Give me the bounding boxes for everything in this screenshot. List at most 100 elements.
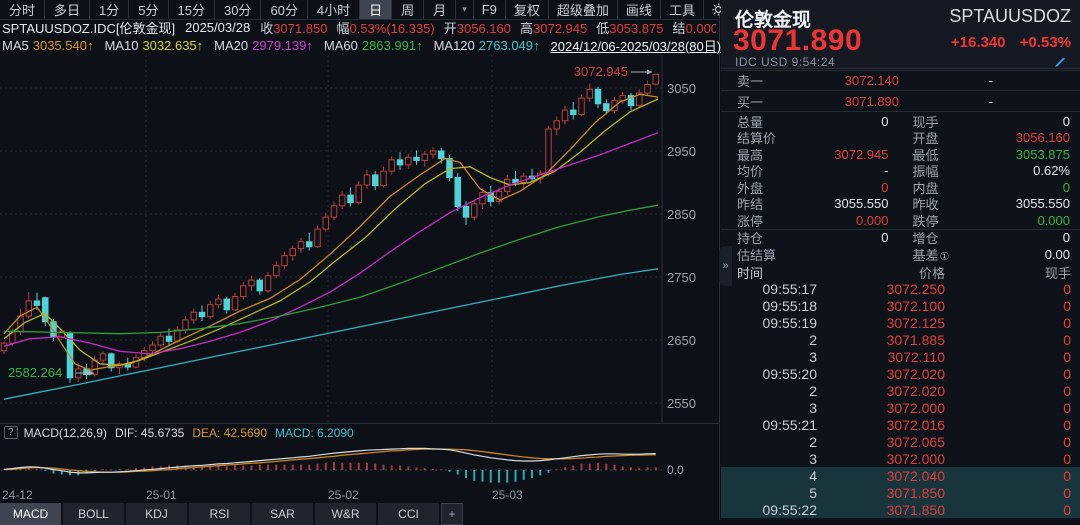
candle	[340, 191, 346, 209]
session-date: 2025/03/28	[185, 20, 250, 35]
period-tab-30分[interactable]: 30分	[215, 0, 261, 19]
period-tab-分时[interactable]: 分时	[0, 0, 45, 19]
last-price: 3071.890	[733, 24, 862, 58]
field-收: 收3071.850	[260, 19, 327, 36]
quote-field-value: -	[884, 163, 888, 178]
quote-field-value: 0.000	[856, 213, 889, 228]
sales-time: 3	[721, 349, 817, 365]
ma-label: MA60	[324, 38, 358, 53]
quote-field-内盘: 内盘0	[901, 179, 1080, 196]
candle	[348, 188, 354, 207]
period-tab-日[interactable]: 日	[360, 0, 392, 19]
x-axis-label: 25-02	[328, 488, 359, 502]
period-tab-多日[interactable]: 多日	[45, 0, 90, 19]
x-axis-label: 25-01	[146, 488, 177, 502]
indicator-tab-RSI[interactable]: RSI	[189, 503, 250, 525]
toolbar-item-复权[interactable]: 复权	[505, 0, 548, 19]
quote-field-value: 0	[881, 230, 888, 245]
chevron-down-icon[interactable]: ▾	[456, 0, 473, 19]
pencil-icon-glyph	[1054, 56, 1066, 68]
date-range-selector[interactable]: 2024/12/06-2025/03/28(80日)	[551, 36, 722, 55]
macd-pane[interactable]: 0.0	[0, 440, 719, 487]
indicator-name[interactable]: MACD(12,26,9)	[24, 426, 107, 440]
ma5-line	[4, 94, 658, 370]
candle	[1, 341, 7, 354]
ma-value: 2763.049↑	[479, 38, 540, 53]
period-tab-周[interactable]: 周	[392, 0, 424, 19]
period-tab-60分[interactable]: 60分	[261, 0, 307, 19]
change-value: +16.340	[951, 34, 1006, 51]
sales-volume: 0	[945, 400, 1080, 416]
quote-field-最低: 最低3053.875	[901, 146, 1080, 163]
add-indicator-button[interactable]: +	[441, 503, 463, 525]
ma-value: 3032.635↑	[142, 38, 203, 53]
quote-field-value: 0	[881, 114, 888, 129]
ma20-line	[4, 133, 658, 354]
candle	[84, 364, 90, 379]
candle	[298, 238, 304, 253]
ma-legend-bar: MA53035.540↑MA103032.635↑MA202979.139↑MA…	[0, 36, 716, 54]
sales-volume: 0	[945, 417, 1080, 433]
quote-grid-row: 估结算基差①0.00	[721, 246, 1080, 263]
indicator-tab-W&R[interactable]: W&R	[315, 503, 376, 525]
sales-volume: 0	[945, 315, 1080, 331]
candle	[274, 261, 280, 278]
quote-grid-row: 外盘0内盘0	[721, 179, 1080, 196]
quote-field-value: 3056.160	[1016, 130, 1070, 145]
help-icon[interactable]: ?	[4, 426, 18, 439]
ohlc-fields: 收3071.850幅0.53%(16.335)开3056.160高3072.94…	[260, 19, 716, 36]
period-tab-15分[interactable]: 15分	[169, 0, 215, 19]
sales-row: 09:55:223071.8500	[721, 501, 1080, 518]
sales-volume: 0	[945, 349, 1080, 365]
sales-header-time: 时间	[721, 263, 817, 282]
period-tab-5分[interactable]: 5分	[129, 0, 168, 19]
svg-text:2650: 2650	[667, 333, 696, 348]
edit-icon[interactable]	[1054, 56, 1066, 68]
quote-header: 伦敦金现 SPTAUUSDOZ 3071.890 +16.340 +0.53% …	[721, 0, 1080, 69]
low-price-label: 2582.264	[8, 365, 62, 380]
period-tab-4小时[interactable]: 4小时	[308, 0, 360, 19]
sales-price: 3071.885	[817, 332, 945, 348]
toolbar-item-工具[interactable]: 工具	[660, 0, 703, 19]
instrument-info-bar: SPTAUUSDOZ.IDC[伦敦金现] 2025/03/28 收3071.85…	[0, 19, 716, 36]
indicator-tab-MACD[interactable]: MACD	[0, 503, 61, 525]
toolbar-item-F9[interactable]: F9	[473, 0, 505, 19]
sales-price: 3072.250	[817, 281, 945, 297]
indicator-tabs: MACDBOLLKDJRSISARW&RCCI+	[0, 503, 719, 525]
indicator-tab-BOLL[interactable]: BOLL	[63, 503, 124, 525]
period-tabs: 分时多日1分5分15分30分60分4小时日周月	[0, 0, 456, 19]
sales-header-volume: 现手	[945, 263, 1080, 282]
toolbar-item-超级叠加[interactable]: 超级叠加	[548, 0, 617, 19]
candle	[117, 361, 123, 374]
sales-row: 33072.0000	[721, 399, 1080, 416]
candlestick-chart[interactable]: 3050295028502750265025503072.9452582.264	[0, 55, 719, 423]
candle	[331, 201, 337, 220]
ma-item-MA10: MA103032.635↑	[104, 38, 203, 53]
field-value: 0.000	[686, 21, 717, 36]
svg-text:2850: 2850	[667, 207, 696, 222]
svg-text:2950: 2950	[667, 144, 696, 159]
dea-line	[4, 449, 656, 472]
toolbar-item-画线[interactable]: 画线	[617, 0, 660, 19]
panel-collapse-handle[interactable]: »	[719, 246, 732, 286]
quote-field-昨结: 昨结3055.550	[721, 196, 901, 213]
candle	[554, 116, 560, 135]
indicator-tab-SAR[interactable]: SAR	[252, 503, 313, 525]
ma-item-MA60: MA602863.991↑	[324, 38, 423, 53]
candle	[455, 173, 461, 211]
quote-field-跌停: 跌停0.000	[901, 212, 1080, 229]
candle	[579, 94, 585, 116]
candle	[282, 252, 288, 270]
macd-value: MACD: 6.2090	[275, 426, 354, 440]
sales-price: 3072.000	[817, 400, 945, 416]
quote-field-value: 0.000	[1037, 213, 1070, 228]
quote-field-value: 3055.550	[1016, 196, 1070, 211]
sales-price: 3072.125	[817, 315, 945, 331]
period-tab-月[interactable]: 月	[424, 0, 456, 19]
indicator-tab-CCI[interactable]: CCI	[378, 503, 439, 525]
period-tab-1分[interactable]: 1分	[90, 0, 129, 19]
candle	[397, 152, 403, 170]
quote-field-现手: 现手0	[901, 113, 1080, 130]
indicator-tab-KDJ[interactable]: KDJ	[126, 503, 187, 525]
sales-price: 3072.016	[817, 417, 945, 433]
